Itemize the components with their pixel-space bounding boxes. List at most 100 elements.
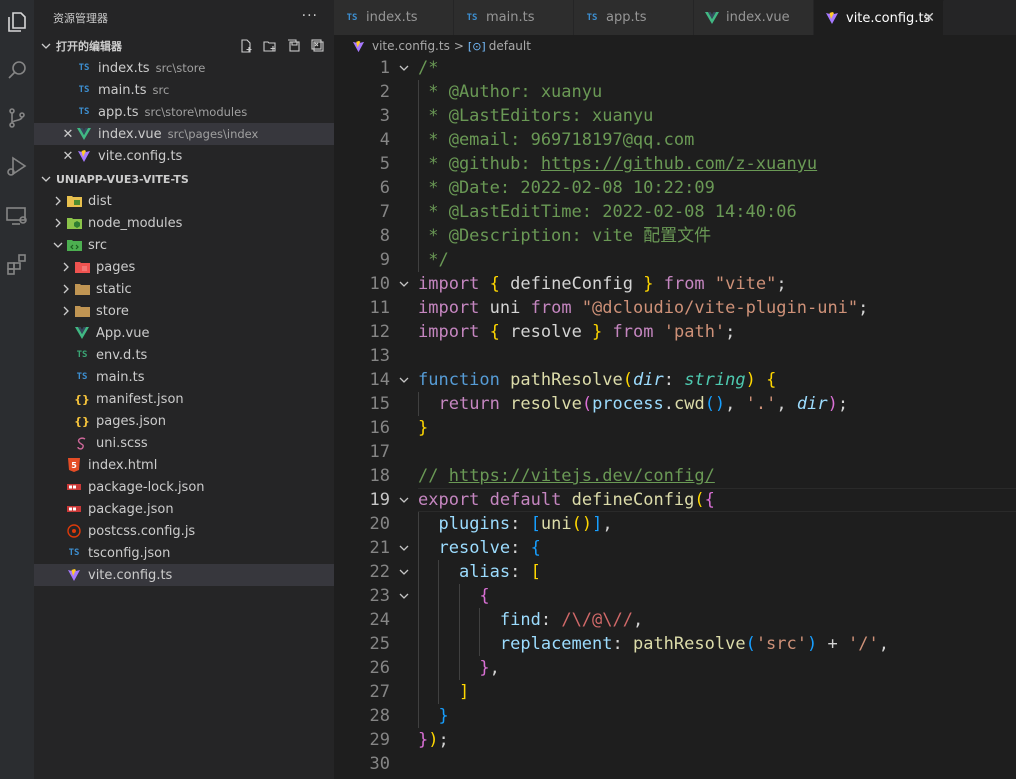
code-text: * @email: 969718197@qq.com (418, 128, 694, 152)
tree-item-static[interactable]: static (34, 278, 334, 300)
code-text: { (418, 584, 489, 608)
code-token: { (704, 490, 715, 510)
code-token: cwd (673, 394, 705, 414)
tree-item-src[interactable]: src (34, 234, 334, 256)
breadcrumb-file[interactable]: vite.config.ts (372, 39, 450, 53)
line-number: 27 (369, 682, 390, 702)
open-editor-item[interactable]: TS app.ts src\store\modules (34, 101, 334, 123)
tree-item-tsconfig-json[interactable]: TS tsconfig.json (34, 542, 334, 564)
new-file-icon[interactable] (238, 38, 254, 54)
tab-index-ts[interactable]: TS index.ts (334, 0, 454, 35)
close-icon[interactable]: ✕ (923, 10, 935, 26)
vue-file-icon (74, 325, 90, 341)
tree-item-pages-json[interactable]: {} pages.json (34, 410, 334, 432)
chevron-right-icon (58, 303, 74, 319)
code-line: 6 * @Date: 2022-02-08 10:22:09 (334, 176, 1016, 200)
tree-item-pages[interactable]: pages (34, 256, 334, 278)
code-text: } (418, 704, 448, 728)
code-token: : (612, 634, 633, 654)
typescript-file-icon: TS (76, 372, 88, 382)
fold-chevron-icon[interactable] (398, 278, 410, 290)
code-text: * @LastEditors: xuanyu (418, 104, 653, 128)
fold-chevron-icon[interactable] (398, 542, 410, 554)
code-editor[interactable]: 1/* 2 * @Author: xuanyu 3 * @LastEditors: … (334, 57, 1016, 779)
new-folder-icon[interactable] (262, 38, 278, 54)
fold-chevron-icon[interactable] (398, 62, 410, 74)
activity-bar (0, 0, 34, 779)
breadcrumb-symbol[interactable]: default (489, 39, 531, 53)
open-editor-item[interactable]: ✕ vite.config.ts (34, 145, 334, 167)
tree-item-manifest-json[interactable]: {} manifest.json (34, 388, 334, 410)
code-token: { (530, 538, 541, 558)
fold-chevron-icon[interactable] (398, 374, 410, 386)
tree-item-package-lock-json[interactable]: package-lock.json (34, 476, 334, 498)
code-line: 5 * @github: https://github.com/z-xuanyu (334, 152, 1016, 176)
line-number: 4 (379, 130, 390, 150)
remote-explorer-icon[interactable] (0, 194, 34, 238)
fold-chevron-icon[interactable] (398, 566, 410, 578)
tree-item-uni-scss[interactable]: uni.scss (34, 432, 334, 454)
tree-item-env-d-ts[interactable]: TS env.d.ts (34, 344, 334, 366)
code-token: https://vitejs.dev/config/ (448, 466, 715, 486)
tree-item-postcss-config-js[interactable]: postcss.config.js (34, 520, 334, 542)
open-editors-header[interactable]: 打开的编辑器 (34, 35, 334, 57)
tree-item-store[interactable]: store (34, 300, 334, 322)
extensions-icon[interactable] (0, 242, 34, 286)
code-line: 7 * @LastEditTime: 2022-02-08 14:40:06 (334, 200, 1016, 224)
close-all-icon[interactable] (310, 38, 326, 54)
code-token: import (418, 274, 480, 294)
code-token: * @Description: vite 配置文件 (418, 226, 712, 246)
code-token: , (632, 610, 644, 630)
more-actions-icon[interactable]: ··· (302, 8, 318, 24)
tab-vite-config-ts[interactable]: vite.config.ts ✕ (814, 0, 944, 35)
source-control-icon[interactable] (0, 96, 34, 140)
line-number: 15 (369, 394, 390, 414)
tab-index-vue[interactable]: index.vue (694, 0, 814, 35)
indent-guide (418, 80, 419, 272)
run-debug-icon[interactable] (0, 144, 34, 188)
code-token: dir (632, 370, 664, 390)
search-icon[interactable] (0, 48, 34, 92)
json-file-icon: {} (74, 392, 90, 406)
open-editor-item[interactable]: TS main.ts src (34, 79, 334, 101)
npm-file-icon (66, 479, 82, 495)
tree-item-app-vue[interactable]: App.vue (34, 322, 334, 344)
tree-item-dist[interactable]: dist (34, 190, 334, 212)
code-token: ; (438, 730, 449, 750)
save-all-icon[interactable] (286, 38, 302, 54)
code-token: import (418, 298, 480, 318)
code-token: ; (725, 322, 736, 342)
code-line: 26 }, (334, 656, 1016, 680)
project-header[interactable]: UNIAPP-VUE3-VITE-TS (34, 168, 334, 190)
close-icon[interactable]: ✕ (60, 148, 76, 164)
code-token: pathResolve (632, 634, 746, 654)
files-icon[interactable] (0, 0, 34, 44)
tree-item-main-ts[interactable]: TS main.ts (34, 366, 334, 388)
chevron-right-icon (50, 193, 66, 209)
code-line: 28 } (334, 704, 1016, 728)
code-line: 14 function pathResolve(dir: string) { (334, 368, 1016, 392)
tree-item-index-html[interactable]: 5 index.html (34, 454, 334, 476)
code-token: , (725, 394, 746, 414)
close-icon[interactable]: ✕ (60, 126, 76, 142)
tree-item-vite-config-ts[interactable]: vite.config.ts (34, 564, 334, 586)
tab-main-ts[interactable]: TS main.ts (454, 0, 574, 35)
tab-app-ts[interactable]: TS app.ts (574, 0, 694, 35)
open-editor-item[interactable]: ✕ index.vue src\pages\index (34, 123, 334, 145)
tree-item-package-json[interactable]: package.json (34, 498, 334, 520)
explorer-header: 资源管理器 ··· (34, 0, 334, 35)
code-token: 'path' (663, 322, 726, 342)
code-token: [ (530, 562, 541, 582)
code-token: resolve (510, 394, 582, 414)
code-line: 24 find: /\/@\//, (334, 608, 1016, 632)
open-editor-item[interactable]: TS index.ts src\store (34, 57, 334, 79)
fold-chevron-icon[interactable] (398, 590, 410, 602)
tree-item-node-modules[interactable]: node_modules (34, 212, 334, 234)
code-token: function (418, 370, 500, 390)
code-token: process (592, 394, 664, 414)
code-token: defineConfig (499, 274, 644, 294)
fold-chevron-icon[interactable] (398, 494, 410, 506)
